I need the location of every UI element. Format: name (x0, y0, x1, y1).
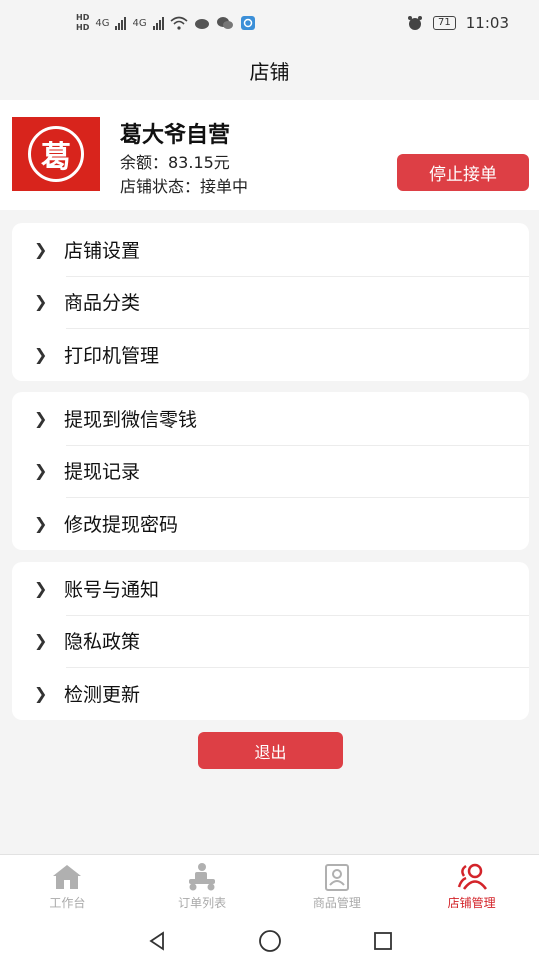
stop-accepting-orders-button[interactable]: 停止接单 (397, 154, 529, 191)
alarm-icon (408, 16, 423, 30)
menu-item-label: 提现到微信零钱 (64, 408, 198, 431)
back-icon[interactable] (146, 930, 168, 952)
shop-manage-icon (457, 863, 487, 890)
menu-item-label: 账号与通知 (64, 578, 160, 601)
chevron-right-icon: ❯ (34, 408, 48, 428)
chevron-right-icon: ❯ (34, 683, 48, 703)
menu-item-label: 修改提现密码 (64, 513, 179, 536)
tab-label: 店铺管理 (447, 896, 496, 910)
menu-item-withdraw-wechat[interactable]: ❯ 提现到微信零钱 (12, 392, 529, 445)
menu-item-privacy-policy[interactable]: ❯ 隐私政策 (12, 614, 529, 668)
hd-label-2: HD (76, 23, 90, 32)
chevron-right-icon: ❯ (34, 631, 48, 651)
tab-order-list[interactable]: 订单列表 (135, 855, 270, 918)
hd-label-1: HD (76, 13, 90, 22)
tab-label: 订单列表 (178, 896, 227, 910)
chevron-right-icon: ❯ (34, 461, 48, 481)
menu-group-withdraw: ❯ 提现到微信零钱 ❯ 提现记录 ❯ 修改提现密码 (12, 392, 529, 550)
menu-item-shop-settings[interactable]: ❯ 店铺设置 (12, 223, 529, 276)
shop-status: 店铺状态：接单中 (120, 177, 249, 196)
home-icon (53, 865, 82, 889)
tab-workbench[interactable]: 工作台 (0, 855, 135, 918)
tab-product-management[interactable]: 商品管理 (270, 855, 405, 918)
menu-item-account-notifications[interactable]: ❯ 账号与通知 (12, 562, 529, 615)
menu-item-check-update[interactable]: ❯ 检测更新 (12, 667, 529, 720)
menu-item-label: 打印机管理 (64, 344, 160, 367)
menu-item-change-withdraw-password[interactable]: ❯ 修改提现密码 (12, 497, 529, 550)
product-icon (324, 864, 349, 891)
signal-icon-2 (152, 16, 164, 30)
shop-name: 葛大爷自营 (120, 123, 231, 148)
wifi-icon (170, 16, 188, 30)
signal-icon (115, 16, 127, 30)
logout-button[interactable]: 退出 (198, 732, 343, 769)
status-left: HD HD 4G 4G (76, 13, 256, 33)
page-header: 店铺 (0, 46, 539, 94)
menu-item-label: 隐私政策 (64, 631, 141, 654)
battery-icon: 71 (433, 16, 456, 30)
network-label-1: 4G (95, 17, 110, 29)
network-label-2: 4G (132, 17, 147, 29)
clock: 11:03 (465, 14, 509, 32)
bottom-tab-bar: 工作台 订单列表 商品管理 店铺管理 (0, 854, 539, 918)
menu-item-label: 店铺设置 (64, 239, 141, 262)
status-bar: HD HD 4G 4G 71 11:03 (0, 0, 539, 46)
tab-shop-management[interactable]: 店铺管理 (404, 855, 539, 918)
menu-item-label: 提现记录 (64, 461, 141, 484)
home-circle-icon[interactable] (258, 929, 282, 953)
menu-item-product-category[interactable]: ❯ 商品分类 (12, 275, 529, 329)
menu-item-label: 商品分类 (64, 292, 141, 315)
chevron-right-icon: ❯ (34, 578, 48, 598)
app-icon (240, 16, 255, 30)
menu-group-shop: ❯ 店铺设置 ❯ 商品分类 ❯ 打印机管理 (12, 223, 529, 381)
tab-label: 工作台 (49, 896, 86, 910)
chevron-right-icon: ❯ (34, 292, 48, 312)
notification-icon (194, 19, 209, 29)
hd-indicator: HD HD (76, 13, 89, 33)
chevron-right-icon: ❯ (34, 344, 48, 364)
shop-logo: 葛 (12, 117, 100, 191)
menu-group-account: ❯ 账号与通知 ❯ 隐私政策 ❯ 检测更新 (12, 562, 529, 720)
chat-icon (216, 17, 233, 29)
system-nav-bar (0, 918, 539, 964)
shop-logo-char: 葛 (41, 140, 71, 175)
recents-icon[interactable] (372, 930, 394, 952)
menu-item-withdraw-records[interactable]: ❯ 提现记录 (12, 444, 529, 498)
chevron-right-icon: ❯ (34, 513, 48, 533)
menu-item-label: 检测更新 (64, 683, 141, 706)
page-title: 店铺 (249, 59, 290, 84)
shop-logo-seal-icon: 葛 (28, 126, 84, 182)
shop-balance: 余额：83.15元 (120, 153, 230, 172)
delivery-icon (189, 863, 216, 891)
status-right: 71 11:03 (407, 14, 509, 32)
tab-label: 商品管理 (312, 896, 361, 910)
chevron-right-icon: ❯ (34, 239, 48, 259)
menu-item-printer-management[interactable]: ❯ 打印机管理 (12, 328, 529, 381)
